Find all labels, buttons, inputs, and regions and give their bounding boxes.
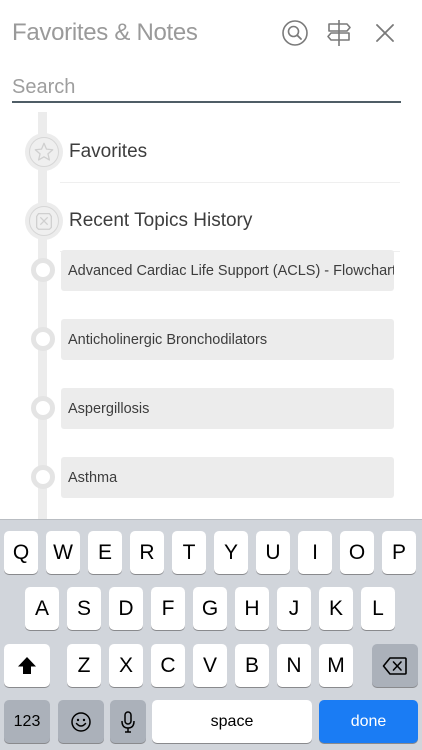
space-key[interactable]: space bbox=[152, 700, 312, 743]
search-underline bbox=[12, 101, 401, 103]
topic-item[interactable]: Anticholinergic Bronchodilators bbox=[61, 319, 394, 360]
key-z[interactable]: Z bbox=[67, 644, 101, 687]
search-icon bbox=[282, 20, 308, 46]
star-icon bbox=[34, 142, 54, 161]
key-m[interactable]: M bbox=[319, 644, 353, 687]
signpost-button[interactable] bbox=[322, 16, 356, 50]
favorites-node[interactable] bbox=[25, 133, 63, 171]
key-f[interactable]: F bbox=[151, 587, 185, 630]
key-e[interactable]: E bbox=[88, 531, 122, 574]
key-j[interactable]: J bbox=[277, 587, 311, 630]
timeline-node bbox=[31, 396, 55, 420]
microphone-icon bbox=[121, 710, 135, 733]
divider bbox=[60, 182, 400, 183]
topic-item[interactable]: Asthma bbox=[61, 457, 394, 498]
key-g[interactable]: G bbox=[193, 587, 227, 630]
close-icon bbox=[376, 24, 394, 42]
key-q[interactable]: Q bbox=[4, 531, 38, 574]
key-h[interactable]: H bbox=[235, 587, 269, 630]
timeline-node bbox=[31, 327, 55, 351]
key-d[interactable]: D bbox=[109, 587, 143, 630]
key-v[interactable]: V bbox=[193, 644, 227, 687]
signpost-icon bbox=[327, 20, 351, 46]
key-u[interactable]: U bbox=[256, 531, 290, 574]
key-x[interactable]: X bbox=[109, 644, 143, 687]
emoji-icon bbox=[71, 711, 91, 732]
topic-item[interactable]: Aspergillosis bbox=[61, 388, 394, 429]
key-i[interactable]: I bbox=[298, 531, 332, 574]
key-a[interactable]: A bbox=[25, 587, 59, 630]
page-title: Favorites & Notes bbox=[12, 19, 198, 46]
key-l[interactable]: L bbox=[361, 587, 395, 630]
key-s[interactable]: S bbox=[67, 587, 101, 630]
search-input[interactable] bbox=[12, 72, 401, 102]
topic-item[interactable]: Advanced Cardiac Life Support (ACLS) - F… bbox=[61, 250, 394, 291]
history-node[interactable] bbox=[25, 202, 63, 240]
key-n[interactable]: N bbox=[277, 644, 311, 687]
done-key[interactable]: done bbox=[319, 700, 418, 743]
microphone-key[interactable] bbox=[110, 700, 146, 743]
key-w[interactable]: W bbox=[46, 531, 80, 574]
search-bar bbox=[12, 72, 401, 104]
section-history[interactable]: Recent Topics History bbox=[69, 210, 252, 232]
search-button[interactable] bbox=[278, 16, 312, 50]
section-favorites[interactable]: Favorites bbox=[69, 141, 147, 163]
favorites-node-inner bbox=[29, 137, 59, 167]
shift-key[interactable] bbox=[4, 644, 50, 687]
backspace-key[interactable] bbox=[372, 644, 418, 687]
shift-icon bbox=[18, 656, 36, 674]
close-button[interactable] bbox=[368, 16, 402, 50]
key-y[interactable]: Y bbox=[214, 531, 248, 574]
timeline-node bbox=[31, 465, 55, 489]
header: Favorites & Notes bbox=[0, 0, 422, 66]
key-p[interactable]: P bbox=[382, 531, 416, 574]
key-r[interactable]: R bbox=[130, 531, 164, 574]
emoji-key[interactable] bbox=[58, 700, 104, 743]
key-c[interactable]: C bbox=[151, 644, 185, 687]
history-node-inner bbox=[29, 206, 59, 236]
key-b[interactable]: B bbox=[235, 644, 269, 687]
timeline-node bbox=[31, 258, 55, 282]
keyboard: Q W E R T Y U I O P A S D F G H J K L Z … bbox=[0, 519, 422, 750]
backspace-icon bbox=[382, 656, 407, 675]
key-o[interactable]: O bbox=[340, 531, 374, 574]
key-t[interactable]: T bbox=[172, 531, 206, 574]
key-k[interactable]: K bbox=[319, 587, 353, 630]
history-icon bbox=[36, 213, 52, 230]
numbers-key[interactable]: 123 bbox=[4, 700, 50, 743]
timeline-line bbox=[38, 112, 47, 522]
